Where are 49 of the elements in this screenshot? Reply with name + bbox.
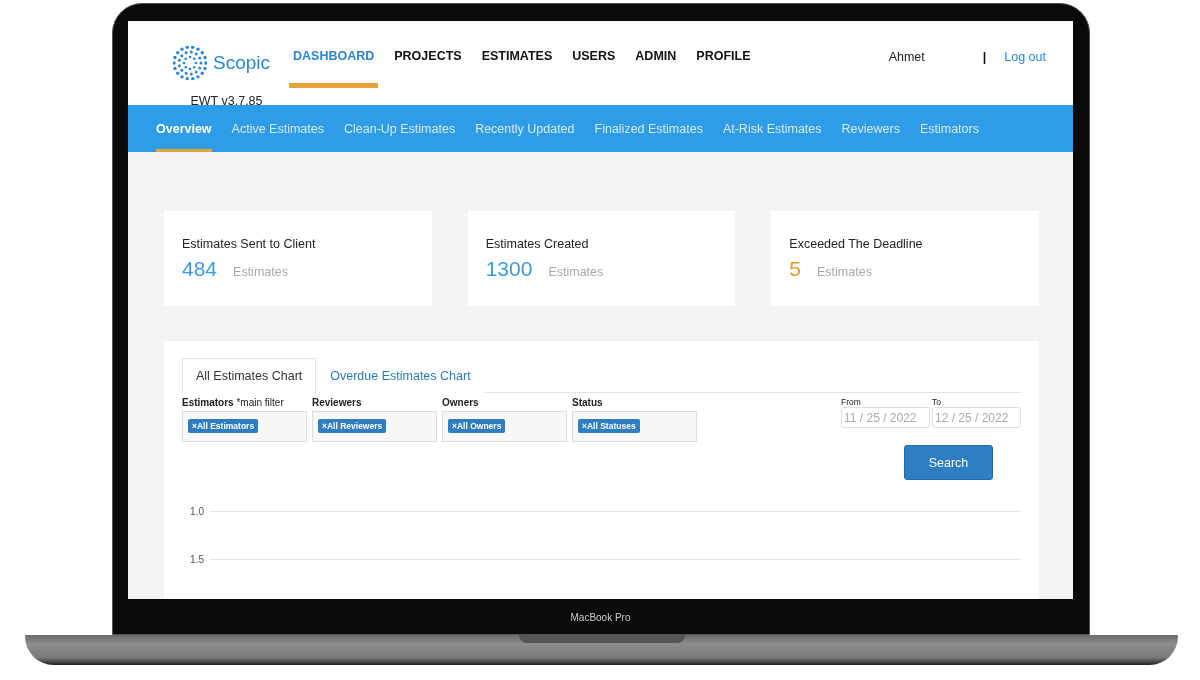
user-name: Ahmet [888,50,925,66]
separator: | [982,50,987,66]
version-label: EWT v3.7.85 [190,94,263,108]
stat-value: 484 [182,257,218,281]
date-field[interactable]: 12 / 25 / 2022 [932,407,1021,428]
search-button[interactable]: Search [904,445,993,480]
sub-nav-tab[interactable]: Active Estimates [231,105,324,152]
sub-nav-tab[interactable]: Reviewers [841,105,900,152]
stat-unit: Estimates [548,265,604,279]
logout-link[interactable]: Log out [1004,50,1046,105]
filter-label: Estimators *main filter [182,397,285,408]
nav-link[interactable]: PROJECTS [394,49,462,105]
axis-label: 1.0 [189,506,204,517]
filter-label: Status [572,397,604,408]
brand-name: Scopic [213,52,270,74]
filter-field[interactable]: ×All Statuses [572,411,697,442]
filter-tag[interactable]: ×All Reviewers [318,419,387,433]
sub-nav-tab[interactable]: Clean-Up Estimates [344,105,456,152]
filter-tag[interactable]: ×All Owners [448,419,506,433]
filter-field[interactable]: ×All Estimators [182,411,307,442]
sub-nav-tab[interactable]: Finalized Estimates [594,105,703,152]
filter-label: Owners [442,397,480,408]
date-label: To [932,397,942,407]
filter-field[interactable]: ×All Reviewers [312,411,437,442]
stat-title: Exceeded The Deadline [789,237,924,251]
date-label: From [841,397,862,407]
stat-title: Estimates Created [485,237,590,251]
stat-title: Estimates Sent to Client [182,237,317,251]
device-label: MacBook Pro [570,612,631,623]
stat-value: 1300 [485,257,533,281]
sub-nav-tab[interactable]: At-Risk Estimates [722,105,822,152]
logo-icon [173,46,207,80]
sub-nav-tab[interactable]: Recently Updated [475,105,575,152]
chart-tab[interactable]: All Estimates Chart [182,358,317,393]
sub-nav-tab[interactable]: Overview [156,105,212,152]
stat-unit: Estimates [233,265,288,279]
nav-link[interactable]: ADMIN [635,49,677,105]
filter-tag[interactable]: ×All Statuses [578,419,640,433]
nav-link[interactable]: PROFILE [696,49,751,105]
axis-label: 1.5 [189,554,204,565]
stat-value: 5 [789,257,802,281]
nav-link[interactable]: USERS [572,49,616,105]
filter-field[interactable]: ×All Owners [442,411,567,442]
filter-label: Reviewers [312,397,363,408]
date-field[interactable]: 11 / 25 / 2022 [841,407,930,428]
stat-unit: Estimates [817,265,872,279]
sub-nav-tab[interactable]: Estimators [919,105,979,152]
nav-link[interactable]: ESTIMATES [481,49,553,105]
filter-tag[interactable]: ×All Estimators [188,419,259,433]
